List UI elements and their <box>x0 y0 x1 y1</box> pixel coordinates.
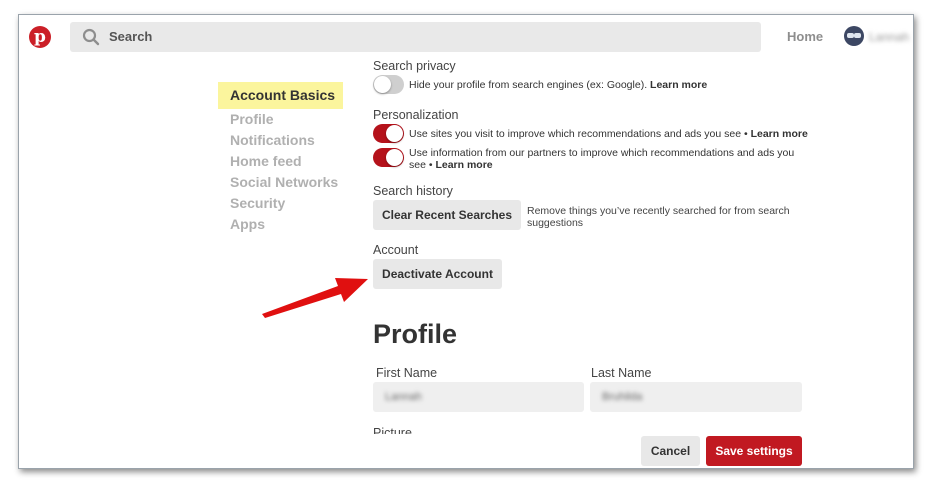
first-name-value: Lannah <box>385 391 422 403</box>
settings-sidebar: Account Basics Profile Notifications Hom… <box>218 82 343 235</box>
personalization-sites-text: Use sites you visit to improve which rec… <box>409 128 808 140</box>
first-name-label: First Name <box>376 366 438 380</box>
sidebar-item-notifications[interactable]: Notifications <box>218 130 343 151</box>
last-name-label: Last Name <box>591 366 652 380</box>
avatar[interactable] <box>844 26 864 46</box>
search-history-label: Search history <box>373 184 453 198</box>
personalization-toggle-sites[interactable] <box>373 124 404 143</box>
sidebar-item-profile[interactable]: Profile <box>218 109 343 130</box>
sidebar-item-account-basics[interactable]: Account Basics <box>218 82 343 109</box>
search-privacy-text: Hide your profile from search engines (e… <box>409 79 708 91</box>
username[interactable]: Lannah <box>869 30 909 44</box>
cancel-button[interactable]: Cancel <box>641 436 700 466</box>
search-input[interactable]: Search <box>70 22 761 52</box>
home-link[interactable]: Home <box>787 29 823 44</box>
sidebar-item-social-networks[interactable]: Social Networks <box>218 172 343 193</box>
top-bar: p Search Home Lannah <box>19 15 913 61</box>
search-privacy-toggle[interactable] <box>373 75 404 94</box>
app-window: p Search Home Lannah Account Basics Prof… <box>18 14 914 469</box>
personalization-label: Personalization <box>373 108 459 122</box>
sidebar-item-security[interactable]: Security <box>218 193 343 214</box>
picture-label: Picture <box>373 426 412 434</box>
search-placeholder: Search <box>109 29 153 44</box>
annotation-arrow-icon <box>262 278 368 318</box>
save-settings-button[interactable]: Save settings <box>706 436 802 466</box>
personalization-partners-learn-more-link[interactable]: Learn more <box>435 159 492 171</box>
search-privacy-learn-more-link[interactable]: Learn more <box>650 79 707 91</box>
search-icon <box>82 28 100 46</box>
personalization-partners-text: Use information from our partners to imp… <box>409 147 795 171</box>
sidebar-item-home-feed[interactable]: Home feed <box>218 151 343 172</box>
clear-recent-searches-button[interactable]: Clear Recent Searches <box>373 200 521 230</box>
pinterest-logo-icon[interactable]: p <box>29 26 51 48</box>
deactivate-account-button[interactable]: Deactivate Account <box>373 259 502 289</box>
last-name-value: Bruhilda <box>602 391 643 403</box>
personalization-toggle-partners[interactable] <box>373 148 404 167</box>
profile-heading: Profile <box>373 319 458 349</box>
first-name-field[interactable]: Lannah <box>373 382 584 412</box>
personalization-sites-learn-more-link[interactable]: Learn more <box>751 128 808 140</box>
search-privacy-label: Search privacy <box>373 59 456 73</box>
sidebar-item-apps[interactable]: Apps <box>218 214 343 235</box>
account-label: Account <box>373 243 419 257</box>
last-name-field[interactable]: Bruhilda <box>590 382 802 412</box>
search-history-hint: Remove things you’ve recently searched f… <box>527 205 790 229</box>
